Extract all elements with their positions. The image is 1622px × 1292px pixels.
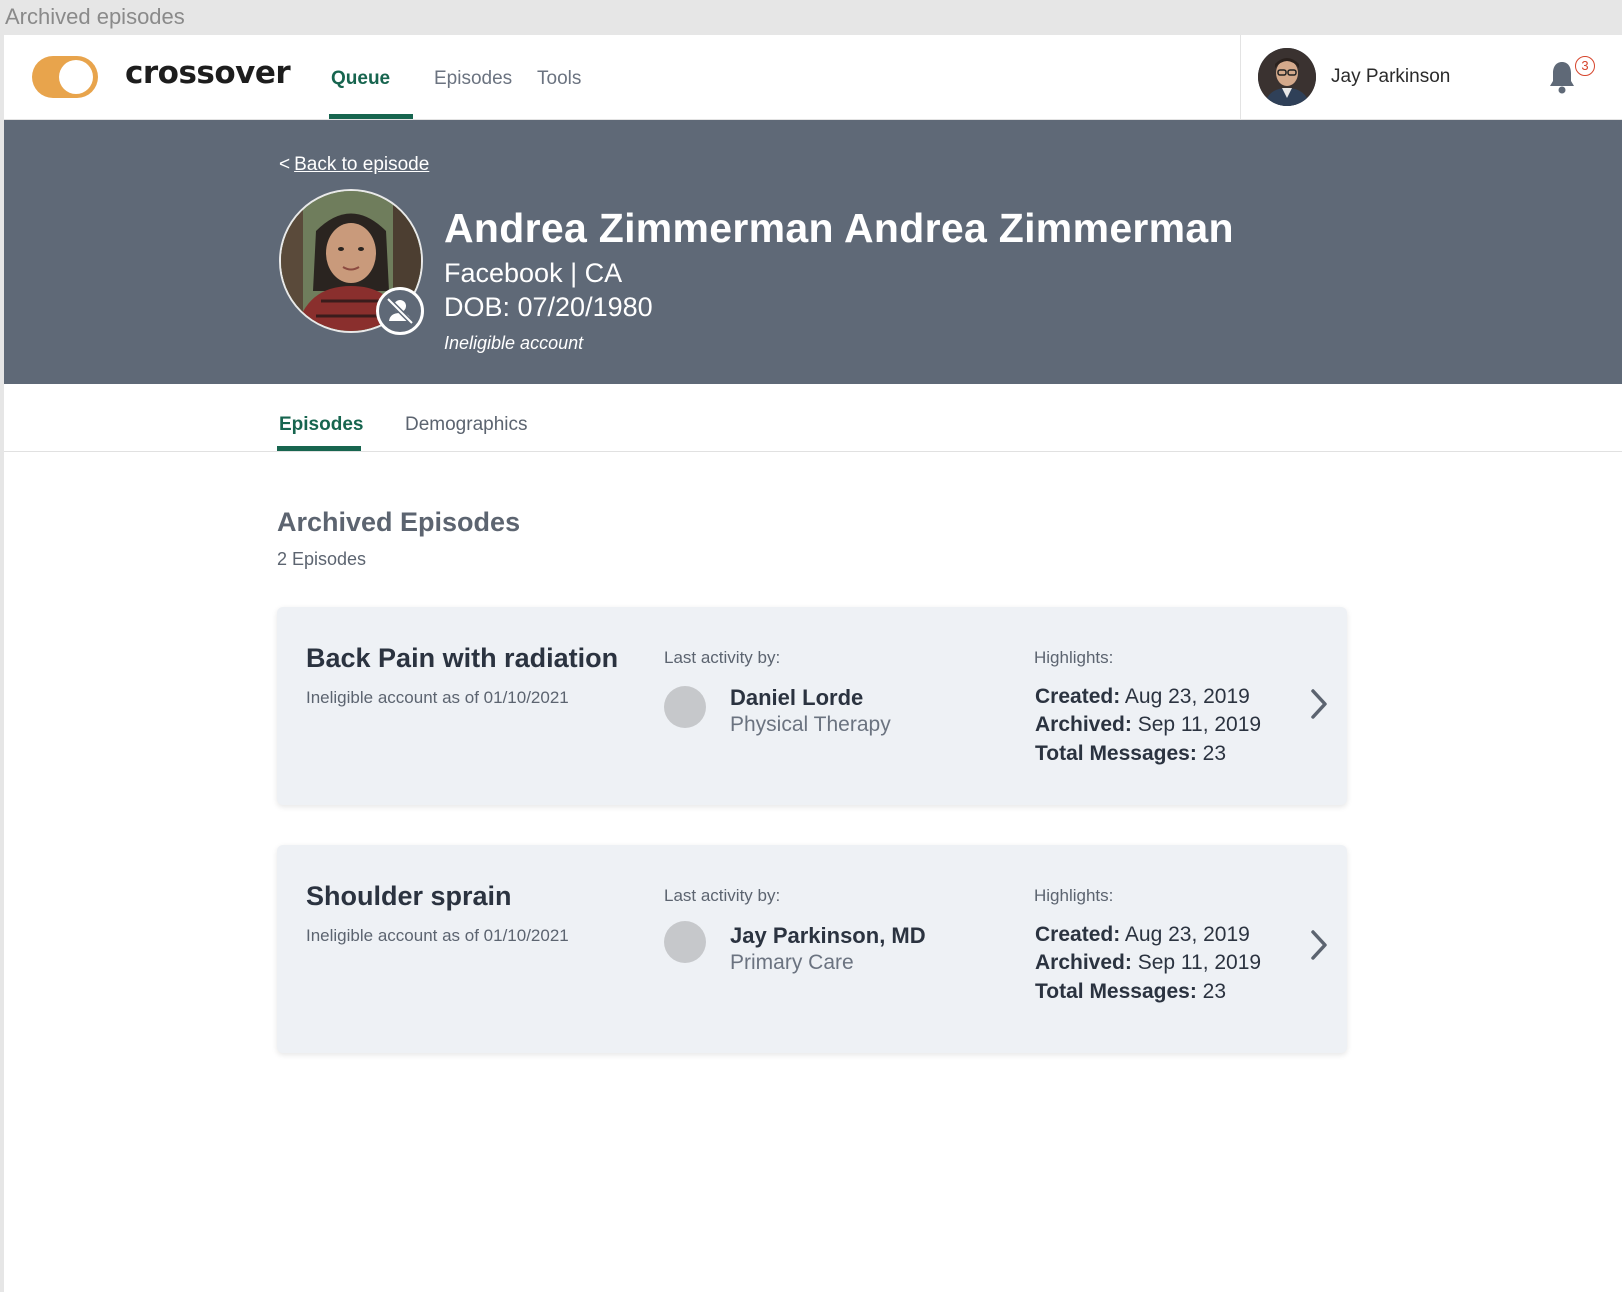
user-avatar[interactable] bbox=[1258, 48, 1316, 106]
app-window: crossover Queue Episodes Tools Jay Parki… bbox=[4, 35, 1622, 1292]
episode-title: Shoulder sprain bbox=[306, 881, 512, 911]
total-messages-value: 23 bbox=[1202, 742, 1227, 765]
tab-demographics[interactable]: Demographics bbox=[405, 414, 528, 436]
episode-card[interactable]: Shoulder sprain Ineligible account as of… bbox=[277, 845, 1347, 1053]
activity-name: Daniel Lorde bbox=[730, 685, 864, 710]
last-activity-label: Last activity by: bbox=[664, 886, 781, 905]
tab-active-indicator bbox=[277, 446, 361, 451]
highlight-created: Created: Aug 23, 2019 bbox=[1035, 685, 1250, 709]
highlight-total-messages: Total Messages: 23 bbox=[1035, 742, 1226, 766]
user-slash-icon bbox=[376, 287, 424, 335]
chevron-right-icon[interactable] bbox=[1307, 687, 1331, 721]
bell-icon[interactable] bbox=[1547, 59, 1577, 95]
total-messages-label: Total Messages: bbox=[1035, 980, 1197, 1003]
created-value: Aug 23, 2019 bbox=[1124, 685, 1250, 708]
created-label: Created: bbox=[1035, 923, 1121, 946]
window-title: Archived episodes bbox=[5, 4, 185, 29]
app-logo[interactable]: crossover bbox=[125, 55, 291, 91]
tab-episodes[interactable]: Episodes bbox=[279, 414, 363, 436]
patient-name: Andrea Zimmerman Andrea Zimmerman bbox=[444, 205, 1234, 251]
bell-glyph bbox=[1550, 62, 1574, 94]
back-to-episode-link[interactable]: < Back to episode bbox=[279, 154, 429, 176]
section-title: Archived Episodes bbox=[277, 507, 521, 537]
patient-tabs: Episodes Demographics bbox=[4, 384, 1622, 452]
nav-item-tools[interactable]: Tools bbox=[537, 68, 581, 90]
archived-value: Sep 11, 2019 bbox=[1137, 951, 1262, 974]
archived-label: Archived: bbox=[1035, 713, 1132, 736]
highlights-label: Highlights: bbox=[1034, 886, 1114, 905]
notification-count-badge: 3 bbox=[1575, 56, 1595, 76]
archived-label: Archived: bbox=[1035, 951, 1132, 974]
user-slash-glyph bbox=[386, 297, 414, 325]
total-messages-label: Total Messages: bbox=[1035, 742, 1197, 765]
chevron-glyph bbox=[1311, 689, 1327, 719]
episode-count: 2 Episodes bbox=[277, 549, 367, 569]
patient-employer-state: Facebook | CA bbox=[444, 258, 623, 288]
nav-item-episodes[interactable]: Episodes bbox=[434, 68, 512, 90]
highlight-created: Created: Aug 23, 2019 bbox=[1035, 923, 1250, 947]
nav-active-indicator bbox=[329, 114, 413, 119]
episode-card[interactable]: Back Pain with radiation Ineligible acco… bbox=[277, 607, 1347, 805]
created-label: Created: bbox=[1035, 685, 1121, 708]
activity-role: Physical Therapy bbox=[730, 713, 891, 736]
activity-avatar bbox=[664, 921, 706, 963]
patient-account-status: Ineligible account bbox=[444, 333, 584, 353]
episode-title: Back Pain with radiation bbox=[306, 643, 619, 673]
archived-value: Sep 11, 2019 bbox=[1137, 713, 1262, 736]
nav-item-queue[interactable]: Queue bbox=[331, 68, 390, 90]
top-navigation: crossover Queue Episodes Tools Jay Parki… bbox=[4, 35, 1622, 120]
highlights-label: Highlights: bbox=[1034, 648, 1114, 667]
last-activity-label: Last activity by: bbox=[664, 648, 781, 667]
episode-eligibility: Ineligible account as of 01/10/2021 bbox=[306, 926, 569, 945]
highlight-total-messages: Total Messages: 23 bbox=[1035, 980, 1226, 1004]
episode-eligibility: Ineligible account as of 01/10/2021 bbox=[306, 688, 569, 707]
toggle-knob bbox=[59, 60, 93, 94]
chevron-right-icon[interactable] bbox=[1307, 928, 1331, 962]
user-name[interactable]: Jay Parkinson bbox=[1331, 66, 1450, 88]
user-avatar-image bbox=[1258, 48, 1316, 106]
back-chevron: < bbox=[279, 154, 291, 175]
mode-toggle[interactable] bbox=[32, 56, 98, 98]
total-messages-value: 23 bbox=[1202, 980, 1227, 1003]
patient-dob: DOB: 07/20/1980 bbox=[444, 292, 653, 322]
patient-banner: < Back to episode Andrea Zimmerman Andre… bbox=[4, 120, 1622, 384]
created-value: Aug 23, 2019 bbox=[1124, 923, 1250, 946]
activity-avatar bbox=[664, 686, 706, 728]
activity-name: Jay Parkinson, MD bbox=[730, 923, 926, 948]
nav-divider bbox=[1240, 35, 1241, 119]
activity-role: Primary Care bbox=[730, 951, 854, 974]
chevron-glyph bbox=[1311, 930, 1327, 960]
highlight-archived: Archived: Sep 11, 2019 bbox=[1035, 951, 1261, 975]
back-link-label: Back to episode bbox=[294, 154, 430, 175]
highlight-archived: Archived: Sep 11, 2019 bbox=[1035, 713, 1261, 737]
